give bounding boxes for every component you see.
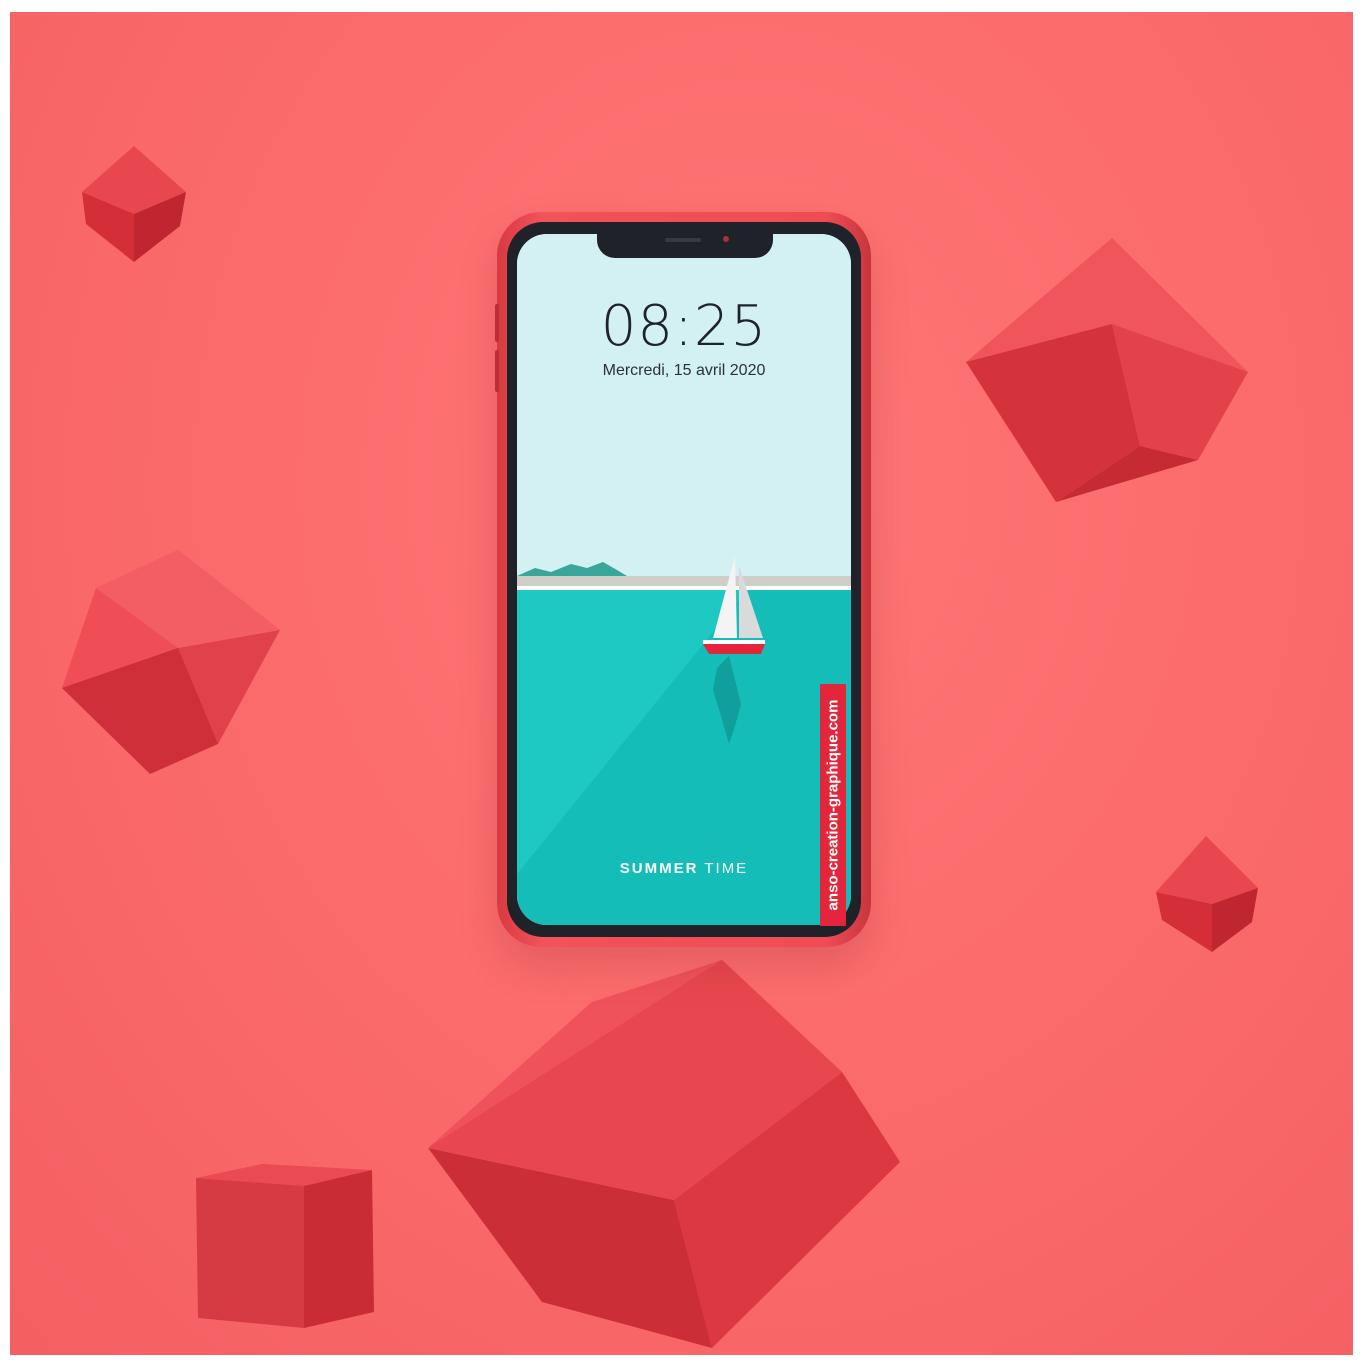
watermark-badge: anso-creation-graphique.com [820,684,846,926]
caption-light: TIME [704,860,749,877]
floating-cube-bottom-large [428,960,900,1348]
lock-screen-time: 08:25 [600,294,768,359]
lock-screen-date: Mercredi, 15 avril 2020 [602,362,766,379]
wallpaper-caption: SUMMER TIME [517,860,851,877]
floating-cube-left [62,550,280,774]
volume-up-button [495,304,499,342]
watermark-text: anso-creation-graphique.com [824,699,842,911]
floating-cube-bottom-left [196,1164,374,1328]
caption-bold: SUMMER [619,860,699,877]
volume-down-button [495,350,499,392]
floating-cube-right [1156,836,1258,952]
product-mockup-scene: 08:25 Mercredi, 15 avril 2020 SUMMER TIM… [10,12,1353,1355]
screen-notch [597,234,773,258]
earpiece-speaker [665,238,701,242]
smartphone: 08:25 Mercredi, 15 avril 2020 SUMMER TIM… [495,212,871,947]
floating-cube-top-left [82,146,186,262]
floating-cube-top-right [966,238,1248,502]
front-camera [723,236,729,242]
lock-screen: 08:25 Mercredi, 15 avril 2020 SUMMER TIM… [517,234,851,925]
